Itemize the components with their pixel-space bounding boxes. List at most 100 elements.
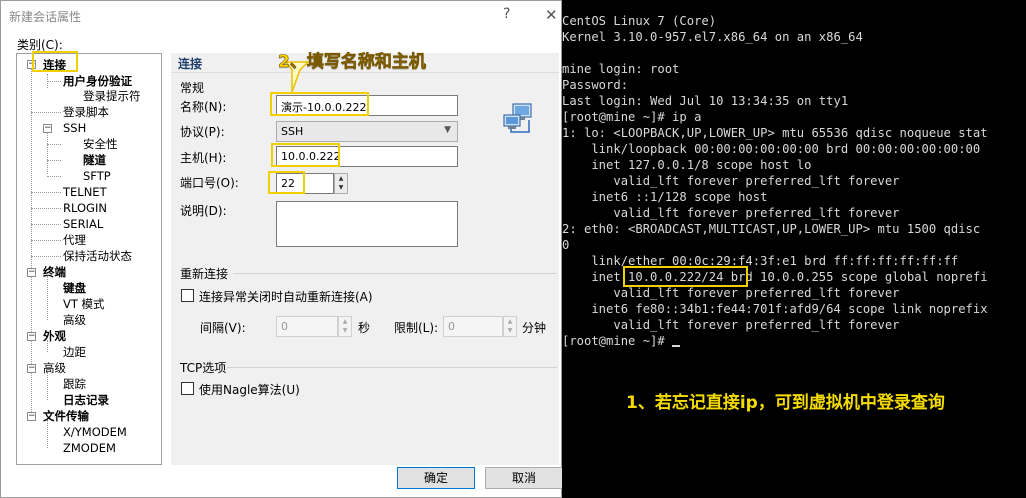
tree-item-connection[interactable]: 连接	[43, 58, 66, 72]
tree-item-advanced[interactable]: 高级	[43, 361, 66, 375]
close-button[interactable]: ✕	[545, 6, 558, 24]
terminal-line: Password:	[562, 78, 629, 92]
name-label: 名称(N):	[180, 100, 227, 114]
terminal-line: 1: lo: <LOOPBACK,UP,LOWER_UP> mtu 65536 …	[562, 126, 988, 140]
spin-down-icon[interactable]: ▼	[504, 326, 516, 335]
spin-up-icon[interactable]: ▲	[339, 317, 351, 326]
spin-down-icon[interactable]: ▼	[335, 183, 347, 192]
terminal-line: link/ether 00:0c:29:f4:3f:e1 brd ff:ff:f…	[562, 254, 959, 268]
host-label: 主机(H):	[180, 151, 227, 165]
category-tree[interactable]: − − − − − − 连接 用户身份验证 登录提示符 登录脚本 SSH 安全性…	[16, 53, 162, 465]
title-bar[interactable]: 新建会话属性 ? ✕	[1, 1, 561, 31]
limit-label: 限制(L):	[394, 321, 439, 335]
tree-item-xymodem[interactable]: X/YMODEM	[63, 425, 127, 439]
interval-spinner[interactable]: ▲ ▼	[338, 316, 352, 337]
tree-item-terminal[interactable]: 终端	[43, 265, 66, 279]
tree-expander-icon[interactable]: −	[27, 412, 36, 421]
tree-item-appearance[interactable]: 外观	[43, 329, 66, 343]
terminal-line: valid_lft forever preferred_lft forever	[562, 206, 900, 220]
terminal-line: 2: eth0: <BROADCAST,MULTICAST,UP,LOWER_U…	[562, 222, 981, 236]
tree-item-authentication[interactable]: 用户身份验证	[63, 74, 132, 88]
terminal-line: inet6 fe80::34b1:fe44:701f:afd9/64 scope…	[562, 302, 988, 316]
tree-expander-icon[interactable]: −	[43, 124, 52, 133]
terminal-line: CentOS Linux 7 (Core)	[562, 14, 717, 28]
protocol-label: 协议(P):	[180, 125, 225, 139]
tree-item-security[interactable]: 安全性	[83, 137, 118, 151]
cancel-button[interactable]: 取消	[485, 467, 563, 489]
panel-title: 连接	[178, 57, 203, 71]
terminal-line: mine login: root	[562, 62, 680, 76]
terminal-prompt-line[interactable]: [root@mine ~]#	[562, 333, 681, 349]
tree-item-terminal-advanced[interactable]: 高级	[63, 313, 86, 327]
general-section-title: 常规	[180, 81, 205, 95]
tree-item-ssh[interactable]: SSH	[63, 121, 86, 135]
ok-button[interactable]: 确定	[397, 467, 475, 489]
spin-up-icon[interactable]: ▲	[504, 317, 516, 326]
tree-item-sftp[interactable]: SFTP	[83, 169, 111, 183]
interval-input[interactable]: 0	[276, 316, 338, 337]
description-label: 说明(D):	[180, 204, 227, 218]
tree-item-keyboard[interactable]: 键盘	[63, 281, 86, 295]
vm-terminal[interactable]: CentOS Linux 7 (Core) Kernel 3.10.0-957.…	[562, 0, 1026, 498]
terminal-line: valid_lft forever preferred_lft forever	[562, 174, 900, 188]
limit-input[interactable]: 0	[443, 316, 503, 337]
host-input[interactable]: 10.0.0.222	[276, 146, 458, 167]
tree-item-keepalive[interactable]: 保持活动状态	[63, 249, 132, 263]
protocol-value: SSH	[281, 125, 304, 138]
terminal-line: valid_lft forever preferred_lft forever	[562, 286, 900, 300]
terminal-line: Kernel 3.10.0-957.el7.x86_64 on an x86_6…	[562, 30, 863, 44]
terminal-prompt: [root@mine ~]#	[562, 334, 673, 348]
step1-annotation: 1、若忘记直接ip，可到虚拟机中登录查询	[626, 393, 945, 413]
tree-item-serial[interactable]: SERIAL	[63, 217, 103, 231]
network-icon	[501, 101, 535, 135]
tree-item-trace[interactable]: 跟踪	[63, 377, 86, 391]
terminal-line: inet 10.0.0.222/24 brd 10.0.0.255 scope …	[562, 270, 988, 284]
terminal-line: valid_lft forever preferred_lft forever	[562, 318, 900, 332]
terminal-line: 0	[562, 238, 570, 252]
limit-unit: 分钟	[522, 321, 547, 335]
session-properties-dialog: 新建会话属性 ? ✕ 类别(C): − − − − − − 连接 用户身份验证 …	[0, 0, 563, 498]
tree-item-margins[interactable]: 边距	[63, 345, 86, 359]
tree-item-telnet[interactable]: TELNET	[63, 185, 107, 199]
terminal-line: Last login: Wed Jul 10 13:34:35 on tty1	[562, 94, 849, 108]
tree-expander-icon[interactable]: −	[27, 268, 36, 277]
spin-up-icon[interactable]: ▲	[335, 174, 347, 183]
port-input[interactable]: 22	[276, 173, 334, 194]
tree-expander-icon[interactable]: −	[27, 60, 36, 69]
step2-annotation: 2、填写名称和主机	[278, 52, 426, 73]
chevron-down-icon: ▼	[444, 125, 451, 135]
auto-reconnect-checkbox[interactable]	[181, 289, 194, 302]
tree-item-zmodem[interactable]: ZMODEM	[63, 441, 116, 455]
port-label: 端口号(O):	[180, 176, 239, 190]
tree-item-vt-modes[interactable]: VT 模式	[63, 297, 105, 311]
terminal-line: inet6 ::1/128 scope host	[562, 190, 768, 204]
spin-down-icon[interactable]: ▼	[339, 326, 351, 335]
reconnect-section-title: 重新连接	[180, 267, 229, 281]
terminal-line: [root@mine ~]# ip a	[562, 110, 702, 124]
help-button[interactable]: ?	[503, 6, 510, 22]
nagle-checkbox[interactable]	[181, 382, 194, 395]
description-textarea[interactable]	[276, 201, 458, 247]
tree-item-file-transfer[interactable]: 文件传输	[43, 409, 89, 423]
tree-item-login-prompts[interactable]: 登录提示符	[83, 89, 141, 103]
nagle-label: 使用Nagle算法(U)	[199, 383, 300, 397]
tcp-section-title: TCP选项	[180, 361, 227, 375]
interval-unit: 秒	[358, 321, 371, 335]
terminal-line: inet 127.0.0.1/8 scope host lo	[562, 158, 812, 172]
port-spinner[interactable]: ▲ ▼	[334, 173, 348, 194]
name-input[interactable]: 演示-10.0.0.222	[276, 95, 458, 116]
tree-expander-icon[interactable]: −	[27, 364, 36, 373]
interval-label: 间隔(V):	[200, 321, 246, 335]
terminal-line: link/loopback 00:00:00:00:00:00 brd 00:0…	[562, 142, 981, 156]
tree-item-proxy[interactable]: 代理	[63, 233, 86, 247]
protocol-select[interactable]: SSH ▼	[276, 121, 458, 142]
tree-item-login-scripts[interactable]: 登录脚本	[63, 105, 109, 119]
limit-spinner[interactable]: ▲ ▼	[503, 316, 517, 337]
tree-item-logging[interactable]: 日志记录	[63, 393, 109, 407]
auto-reconnect-label: 连接异常关闭时自动重新连接(A)	[199, 290, 373, 304]
tree-expander-icon[interactable]: −	[27, 332, 36, 341]
dialog-title: 新建会话属性	[9, 10, 82, 24]
tree-item-rlogin[interactable]: RLOGIN	[63, 201, 107, 215]
tree-item-tunneling[interactable]: 隧道	[83, 153, 106, 167]
cursor-icon	[672, 345, 681, 347]
